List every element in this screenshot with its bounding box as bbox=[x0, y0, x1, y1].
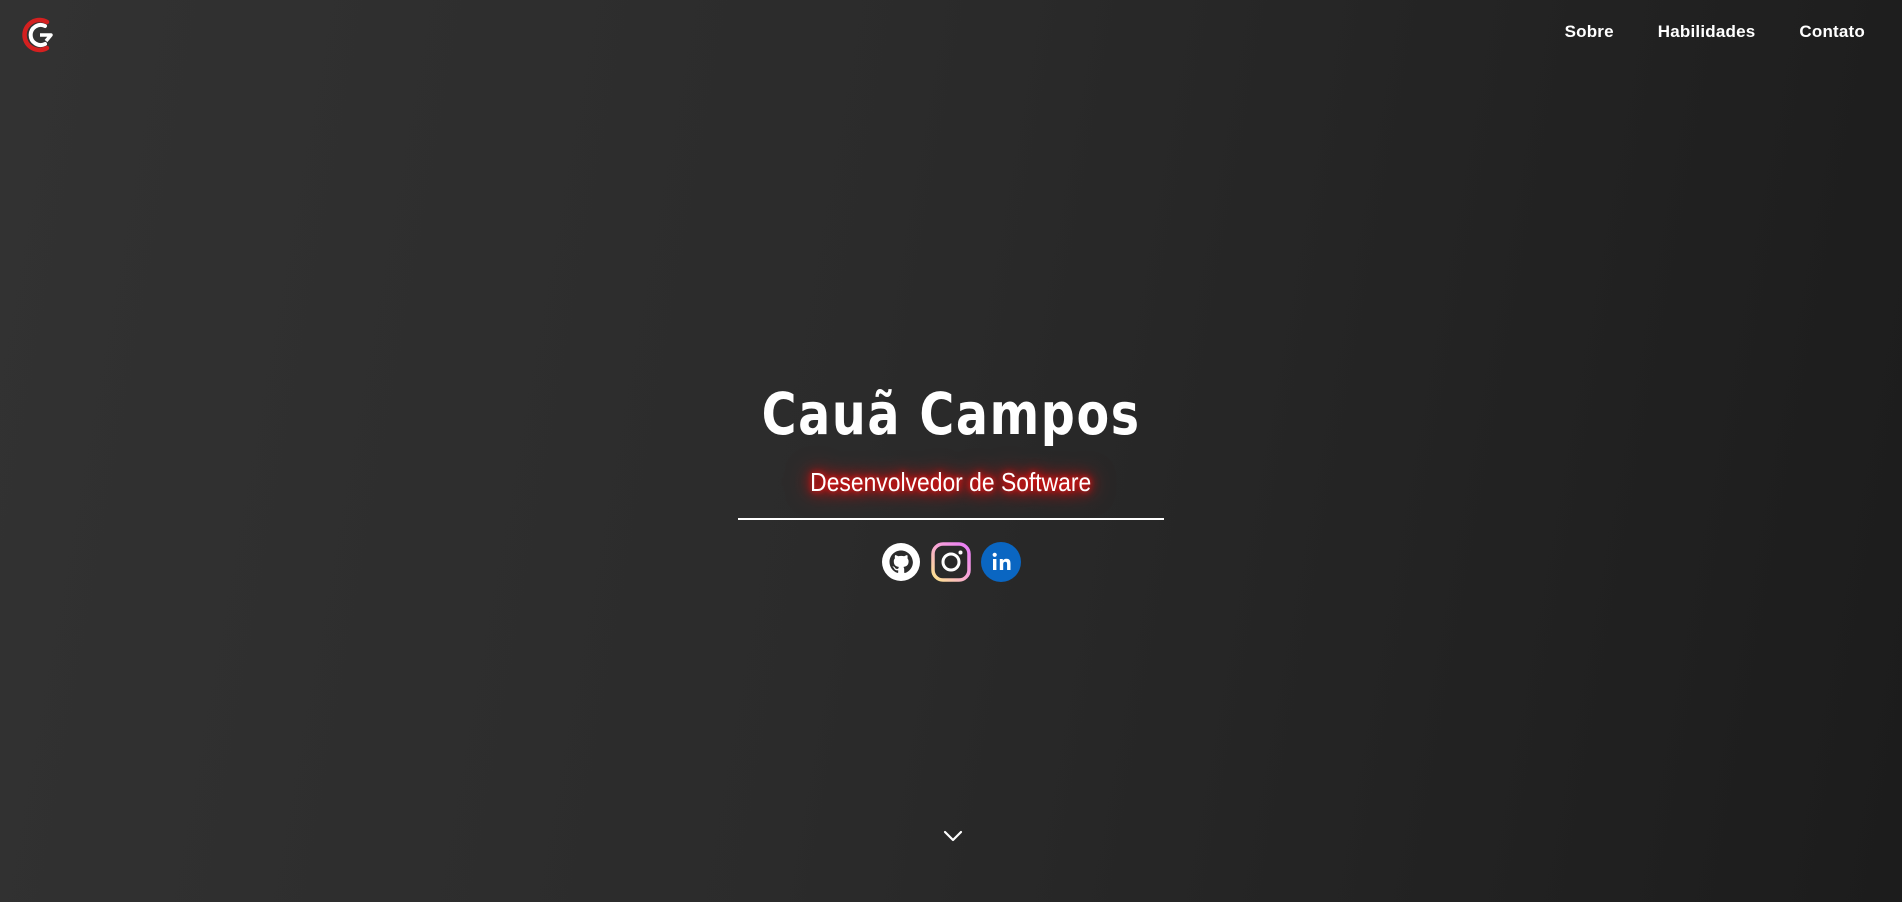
nav-sobre[interactable]: Sobre bbox=[1565, 22, 1614, 42]
hero-divider bbox=[738, 518, 1164, 520]
social-links bbox=[0, 542, 1902, 582]
hero-section: Cauã Campos Desenvolvedor de Software bbox=[0, 385, 1902, 582]
hero-name: Cauã Campos bbox=[761, 380, 1141, 448]
site-header: Sobre Habilidades Contato bbox=[0, 0, 1902, 70]
c-logo-icon[interactable] bbox=[18, 15, 58, 55]
nav-contato[interactable]: Contato bbox=[1799, 22, 1865, 42]
linkedin-icon[interactable] bbox=[981, 542, 1021, 582]
hero-subtitle: Desenvolvedor de Software bbox=[810, 467, 1092, 497]
nav-habilidades[interactable]: Habilidades bbox=[1658, 22, 1756, 42]
instagram-icon[interactable] bbox=[931, 542, 971, 582]
github-icon[interactable] bbox=[881, 542, 921, 582]
chevron-down-icon[interactable] bbox=[943, 829, 963, 843]
main-nav: Sobre Habilidades Contato bbox=[1565, 22, 1865, 42]
